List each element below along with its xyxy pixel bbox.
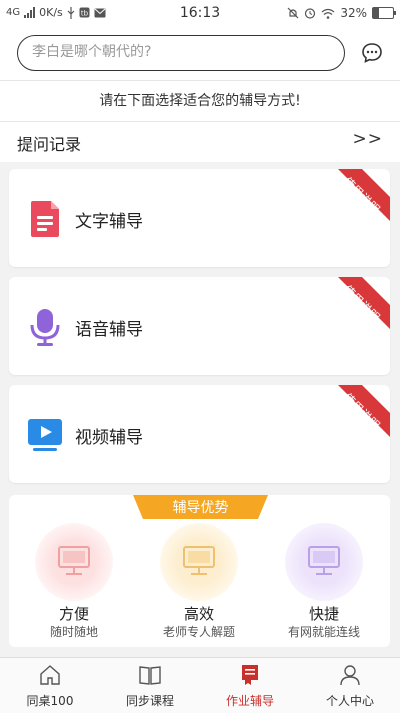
homework-icon (242, 665, 258, 685)
video-play-icon (28, 419, 62, 451)
nav-label: 作业辅导 (225, 694, 274, 708)
search-input[interactable]: 李白是哪个朝代的? (17, 35, 345, 71)
status-right: 32% (287, 6, 396, 20)
nav-item-profile[interactable]: 个人中心 (300, 658, 400, 713)
wifi-icon (321, 8, 335, 19)
advantage-convenient: 方便 随时随地 (14, 523, 134, 647)
double-chevron-right-icon[interactable]: >> (353, 129, 384, 149)
monitor-icon (183, 546, 215, 575)
alarm-icon (305, 8, 316, 19)
advantages-title: 辅导优势 (172, 500, 229, 516)
card-label: 语音辅导 (75, 320, 143, 340)
video-tutoring-card[interactable]: 视频辅导 使用说明 (9, 385, 390, 483)
nav-label: 个人中心 (325, 694, 374, 708)
text-tutoring-card[interactable]: 文字辅导 使用说明 (9, 169, 390, 267)
battery-icon (372, 7, 396, 19)
user-icon (340, 665, 360, 686)
status-bar: 4G 0K/s tb 16:13 32% (0, 0, 400, 28)
voice-tutoring-card[interactable]: 语音辅导 使用说明 (9, 277, 390, 375)
question-history-label: 提问记录 (17, 135, 82, 154)
mute-icon (287, 7, 299, 19)
advantage-name: 高效 (183, 605, 214, 623)
nav-item-homework[interactable]: 作业辅导 (200, 658, 300, 713)
document-icon (31, 201, 59, 237)
instruction-text: 请在下面选择适合您的辅导方式! (0, 80, 400, 121)
chat-bubble-icon[interactable] (361, 42, 383, 64)
advantage-fast: 快捷 有网就能连线 (264, 523, 384, 647)
nav-item-home[interactable]: 同桌100 (0, 658, 100, 713)
nav-label: 同步课程 (125, 694, 174, 708)
tutoring-advantages-panel: 辅导优势 方便 随时随地 高效 老师专人解题 快捷 有网就能连线 (9, 495, 390, 647)
nav-label: 同桌100 (26, 694, 74, 708)
monitor-icon (58, 546, 90, 575)
battery-percent: 32% (340, 6, 367, 20)
monitor-icon (308, 546, 340, 575)
advantage-desc: 老师专人解题 (162, 625, 235, 639)
nav-item-courses[interactable]: 同步课程 (100, 658, 200, 713)
home-icon (40, 665, 60, 685)
book-icon (139, 666, 161, 685)
advantage-desc: 随时随地 (49, 625, 98, 639)
search-header: 李白是哪个朝代的? (0, 28, 400, 80)
advantage-efficient: 高效 老师专人解题 (139, 523, 259, 647)
card-label: 视频辅导 (75, 428, 143, 448)
advantage-name: 方便 (58, 605, 89, 623)
card-label: 文字辅导 (75, 212, 143, 232)
microphone-icon (30, 309, 60, 346)
advantage-desc: 有网就能连线 (287, 625, 360, 639)
advantage-name: 快捷 (308, 605, 339, 623)
question-history-row[interactable]: 提问记录 >> (0, 121, 400, 162)
bottom-navigation: 同桌100 同步课程 作业辅导 个人中心 (0, 657, 400, 713)
